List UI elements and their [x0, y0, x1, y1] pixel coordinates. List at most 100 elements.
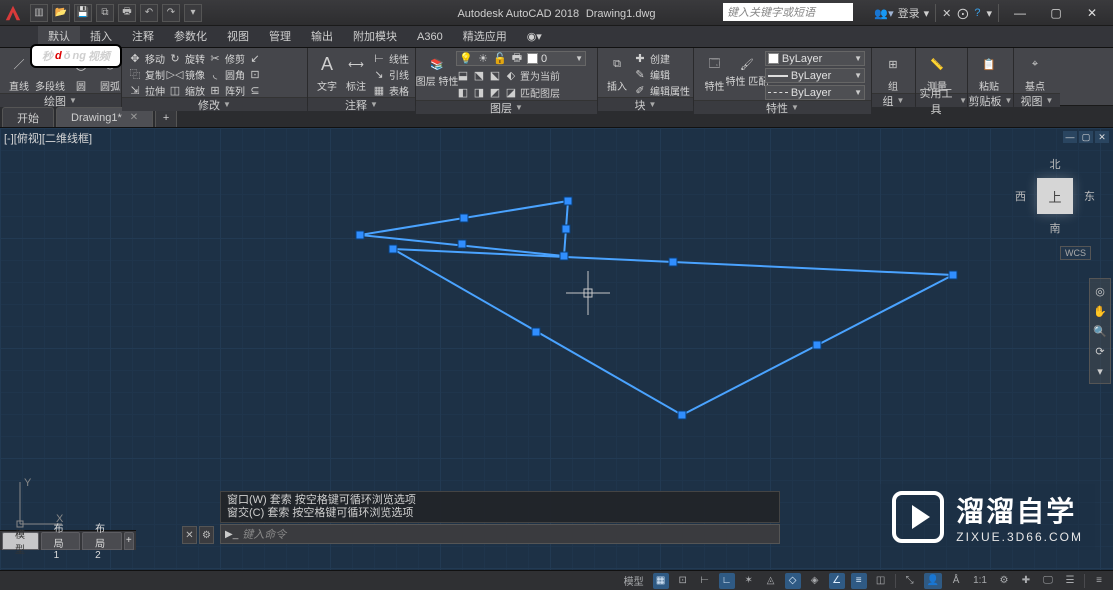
nav-showm-icon[interactable]: ▾	[1092, 363, 1108, 379]
sb-sc-icon[interactable]: ⤡	[902, 573, 918, 589]
stretch-button[interactable]: ⇲拉伸	[128, 83, 165, 97]
edit-attr-button[interactable]: ✐编辑属性	[633, 83, 690, 97]
qat-open-icon[interactable]: 📂	[52, 4, 70, 22]
linetype-combo[interactable]: ByLayer▼	[765, 85, 865, 100]
signin-drop-icon[interactable]: ▾	[924, 7, 930, 20]
sb-lwt-icon[interactable]: ≡	[851, 573, 867, 589]
sb-ortho-icon[interactable]: ∟	[719, 573, 735, 589]
infocenter-icon[interactable]: 👥▾	[874, 7, 893, 20]
layer-iso-icon[interactable]: ◧	[456, 86, 470, 100]
sb-transp-icon[interactable]: ◫	[873, 573, 889, 589]
match-props-button[interactable]: 🖌特性 匹配	[732, 51, 762, 88]
maximize-button[interactable]: ▢	[1041, 3, 1071, 23]
viewcube-east[interactable]: 东	[1084, 188, 1095, 204]
sb-custom-icon[interactable]: ≡	[1091, 573, 1107, 589]
help-drop-icon[interactable]: ▾	[986, 7, 992, 20]
qat-saveas-icon[interactable]: ⧉	[96, 4, 114, 22]
layout-1[interactable]: 布局1	[41, 532, 81, 550]
viewcube-top-face[interactable]: 上	[1037, 178, 1073, 214]
mirror-button[interactable]: ▷◁镜像	[168, 67, 205, 81]
nav-pan-icon[interactable]: ✋	[1092, 303, 1108, 319]
layer-state3-icon[interactable]: ⬕	[488, 69, 502, 83]
color-combo[interactable]: ByLayer▼	[765, 51, 865, 66]
sb-cloud-icon[interactable]: ☰	[1062, 573, 1078, 589]
close-tab-icon[interactable]: ✕	[130, 112, 138, 123]
modify-extra1-icon[interactable]: ↙	[248, 51, 262, 65]
layer-state4-icon[interactable]: ⬖	[504, 69, 518, 83]
sb-model[interactable]: 模型	[621, 573, 647, 589]
layer-combo[interactable]: 💡 ☀ 🔓 🖶 0▼	[456, 51, 586, 66]
sb-annoscale-icon[interactable]: Å	[948, 573, 964, 589]
sb-monitor-icon[interactable]: 🖵	[1040, 573, 1056, 589]
cmd-close-icon[interactable]: ✕	[182, 526, 197, 544]
qat-plot-icon[interactable]: 🖶	[118, 4, 136, 22]
lineweight-combo[interactable]: ByLayer▼	[765, 68, 865, 83]
layer-off-icon[interactable]: ◨	[472, 86, 486, 100]
modify-extra3-icon[interactable]: ⊆	[248, 83, 262, 97]
array-button[interactable]: ⊞阵列	[208, 83, 245, 97]
edit-block-button[interactable]: ✎编辑	[633, 67, 690, 81]
minimize-button[interactable]: —	[1005, 3, 1035, 23]
nav-orbit-icon[interactable]: ⟳	[1092, 343, 1108, 359]
tab-featured[interactable]: 精选应用	[453, 26, 517, 48]
sb-plus-icon[interactable]: ✚	[1018, 573, 1034, 589]
layer-state1-icon[interactable]: ⬓	[456, 69, 470, 83]
stayconnected-icon[interactable]: ⨀	[957, 7, 968, 20]
qat-undo-icon[interactable]: ↶	[140, 4, 158, 22]
viewcube-north[interactable]: 北	[1050, 156, 1061, 172]
match-layer-button[interactable]: 匹配图层	[520, 85, 560, 100]
sb-snap-icon[interactable]: ⊡	[675, 573, 691, 589]
dimension-button[interactable]: ⟷标注	[343, 51, 369, 93]
group-button[interactable]: ⊞组	[878, 51, 908, 93]
viewcube-south[interactable]: 南	[1050, 220, 1061, 236]
sb-polar-icon[interactable]: ✶	[741, 573, 757, 589]
table-button[interactable]: ▦表格	[372, 83, 409, 97]
signin-button[interactable]: 登录	[898, 5, 920, 21]
sb-grid-icon[interactable]: ▦	[653, 573, 669, 589]
layout-2[interactable]: 布局2	[82, 532, 122, 550]
nav-zoom-icon[interactable]: 🔍	[1092, 323, 1108, 339]
layer-state2-icon[interactable]: ⬔	[472, 69, 486, 83]
sb-gear-icon[interactable]: ⚙	[996, 573, 1012, 589]
linear-button[interactable]: ⊢线性	[372, 51, 409, 65]
wcs-badge[interactable]: WCS	[1060, 246, 1091, 260]
exchange-icon[interactable]: ✕	[942, 7, 951, 20]
scale-button[interactable]: ◫缩放	[168, 83, 205, 97]
app-logo[interactable]	[0, 0, 26, 26]
qat-save-icon[interactable]: 💾	[74, 4, 92, 22]
layer-props-button[interactable]: 📚图层 特性	[422, 51, 452, 88]
tab-expander-icon[interactable]: ◉▾	[517, 26, 552, 48]
tab-manage[interactable]: 管理	[259, 26, 301, 48]
search-input[interactable]: 键入关键字或短语	[723, 3, 853, 21]
qat-redo-icon[interactable]: ↷	[162, 4, 180, 22]
close-button[interactable]: ✕	[1077, 3, 1107, 23]
fillet-button[interactable]: ◟圆角	[208, 67, 245, 81]
trim-button[interactable]: ✂修剪	[208, 51, 245, 65]
basepoint-button[interactable]: ⌖基点	[1020, 51, 1050, 93]
tab-insert[interactable]: 插入	[80, 26, 122, 48]
line-button[interactable]: ／直线	[6, 51, 32, 93]
tab-start[interactable]: 开始	[2, 107, 54, 127]
tab-annotate[interactable]: 注释	[122, 26, 164, 48]
viewcube[interactable]: 北 南 西 东 上	[1015, 156, 1095, 236]
qat-new-icon[interactable]: ▥	[30, 4, 48, 22]
modify-extra2-icon[interactable]: ⊡	[248, 67, 262, 81]
layer-lck-icon[interactable]: ◪	[504, 86, 518, 100]
tab-addins[interactable]: 附加模块	[343, 26, 407, 48]
sb-infer-icon[interactable]: ⊢	[697, 573, 713, 589]
move-button[interactable]: ✥移动	[128, 51, 165, 65]
sb-otrack-icon[interactable]: ∠	[829, 573, 845, 589]
cmd-opts-icon[interactable]: ⚙	[199, 526, 214, 544]
command-input[interactable]: ▶_ 键入命令	[220, 524, 780, 544]
insert-block-button[interactable]: ⧉插入	[604, 51, 630, 93]
sb-3dosnap-icon[interactable]: ◈	[807, 573, 823, 589]
layer-frz-icon[interactable]: ◩	[488, 86, 502, 100]
create-block-button[interactable]: ✚创建	[633, 51, 690, 65]
tab-output[interactable]: 输出	[301, 26, 343, 48]
text-button[interactable]: A文字	[314, 51, 340, 93]
rotate-button[interactable]: ↻旋转	[168, 51, 205, 65]
tab-a360[interactable]: A360	[407, 26, 453, 48]
sb-iso-icon[interactable]: ◬	[763, 573, 779, 589]
viewcube-west[interactable]: 西	[1015, 188, 1026, 204]
layout-add-button[interactable]: +	[124, 532, 134, 550]
